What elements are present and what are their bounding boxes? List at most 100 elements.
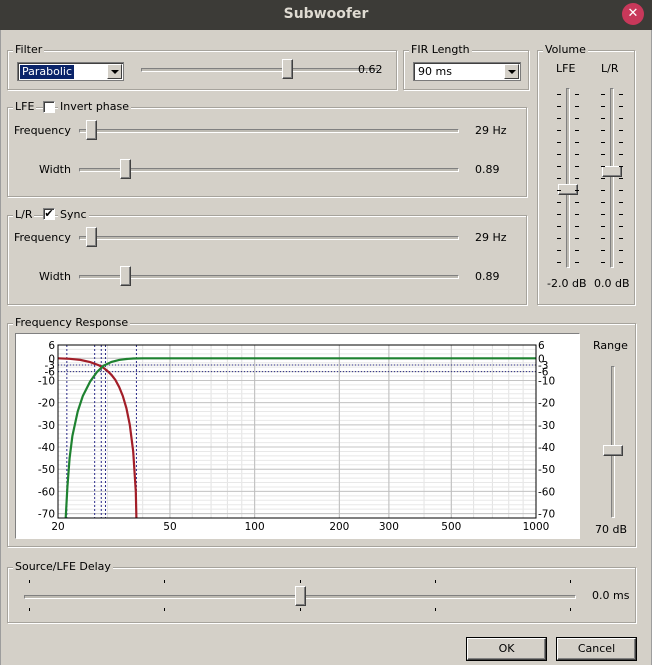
close-button[interactable]: ✕ — [622, 3, 644, 25]
chevron-down-icon[interactable] — [504, 64, 519, 79]
lfe-frequency-thumb[interactable] — [86, 120, 98, 140]
slider-tick — [575, 178, 579, 179]
y-tick-label-left: -70 — [38, 509, 55, 521]
slider-tick — [619, 214, 623, 215]
volume-lr-track[interactable] — [610, 88, 614, 268]
x-tick-label: 1000 — [523, 521, 550, 533]
lfe-frequency-label: Frequency — [14, 124, 71, 137]
slider-tick — [601, 166, 605, 167]
lfe-group-label: LFE — [13, 100, 37, 113]
slider-tick — [557, 130, 561, 131]
slider-tick — [557, 226, 561, 227]
lr-frequency-thumb[interactable] — [86, 227, 98, 247]
y-tick-label-left: 6 — [48, 340, 55, 352]
volume-group-label: Volume — [543, 43, 588, 56]
x-tick-label: 300 — [379, 521, 399, 533]
check-icon: ✔ — [44, 207, 54, 220]
delay-slider[interactable] — [24, 580, 576, 614]
slider-tick — [601, 214, 605, 215]
y-tick-label-right: -40 — [538, 442, 555, 454]
lfe-frequency-value: 29 Hz — [475, 124, 507, 137]
filter-slider[interactable] — [141, 58, 379, 82]
ok-button[interactable]: OK — [467, 638, 546, 660]
slider-tick — [601, 202, 605, 203]
filter-value: 0.62 — [358, 63, 383, 76]
delay-thumb[interactable] — [294, 586, 306, 606]
lr-frequency-value: 29 Hz — [475, 231, 507, 244]
slider-tick — [619, 238, 623, 239]
slider-tick — [557, 106, 561, 107]
lr-width-track[interactable] — [79, 275, 459, 279]
lfe-width-slider[interactable] — [79, 158, 459, 182]
slider-tick — [557, 214, 561, 215]
range-value: 70 dB — [595, 523, 628, 536]
slider-tick — [570, 580, 571, 583]
x-tick-label: 100 — [245, 521, 265, 533]
filter-slider-thumb[interactable] — [281, 59, 293, 79]
slider-tick — [557, 178, 561, 179]
slider-tick — [557, 238, 561, 239]
lfe-frequency-track[interactable] — [79, 129, 459, 133]
slider-tick — [601, 178, 605, 179]
volume-lr-thumb[interactable] — [602, 165, 622, 177]
y-tick-label-left: -40 — [38, 442, 55, 454]
lfe-width-track[interactable] — [79, 168, 459, 172]
y-tick-label-left: -60 — [38, 486, 55, 498]
slider-tick — [619, 166, 623, 167]
slider-tick — [570, 608, 571, 611]
slider-tick — [601, 238, 605, 239]
lr-width-slider[interactable] — [79, 265, 459, 289]
slider-tick — [557, 262, 561, 263]
range-thumb[interactable] — [603, 444, 623, 456]
slider-tick — [619, 178, 623, 179]
slider-tick — [557, 118, 561, 119]
slider-tick — [575, 94, 579, 95]
frequency-response-label: Frequency Response — [13, 316, 131, 329]
slider-tick — [575, 130, 579, 131]
delay-value: 0.0 ms — [592, 589, 630, 602]
volume-lfe-slider[interactable] — [555, 88, 581, 268]
chevron-down-icon[interactable] — [107, 64, 122, 79]
invert-phase-label: Invert phase — [58, 100, 132, 113]
slider-tick — [619, 142, 623, 143]
fir-length-combo[interactable]: 90 ms — [413, 62, 521, 81]
y-tick-label-left: -50 — [38, 464, 55, 476]
slider-tick — [575, 226, 579, 227]
lr-width-thumb[interactable] — [119, 266, 131, 286]
lr-frequency-slider[interactable] — [79, 226, 459, 250]
y-tick-label-right: -10 — [538, 375, 555, 387]
filter-slider-track[interactable] — [141, 68, 379, 72]
slider-tick — [575, 106, 579, 107]
slider-tick — [601, 154, 605, 155]
y-tick-label-right: -20 — [538, 398, 555, 410]
slider-tick — [601, 190, 605, 191]
range-label: Range — [593, 339, 628, 352]
filter-type-value: Parabolic — [18, 64, 76, 80]
y-tick-label-left: -30 — [38, 420, 55, 432]
slider-tick — [557, 166, 561, 167]
y-tick-label-right: -30 — [538, 420, 555, 432]
volume-lfe-label: LFE — [556, 62, 576, 75]
slider-tick — [434, 580, 436, 583]
invert-phase-checkbox[interactable] — [43, 101, 55, 113]
y-tick-label-left: -10 — [38, 375, 55, 387]
lr-width-value: 0.89 — [475, 270, 500, 283]
slider-tick — [619, 202, 623, 203]
slider-tick — [29, 608, 30, 611]
lr-frequency-track[interactable] — [79, 236, 459, 240]
volume-lr-slider[interactable] — [599, 88, 625, 268]
volume-lfe-track[interactable] — [566, 88, 570, 268]
slider-tick — [164, 580, 166, 583]
lfe-width-thumb[interactable] — [119, 159, 131, 179]
filter-type-combo[interactable]: Parabolic — [17, 62, 124, 81]
lfe-frequency-slider[interactable] — [79, 119, 459, 143]
range-slider[interactable] — [600, 366, 626, 518]
sync-checkbox[interactable]: ✔ — [43, 208, 55, 220]
cancel-button[interactable]: Cancel — [557, 638, 636, 660]
y-tick-label-right: -60 — [538, 486, 555, 498]
range-track[interactable] — [611, 366, 615, 518]
slider-tick — [575, 202, 579, 203]
slider-tick — [575, 250, 579, 251]
slider-tick — [619, 226, 623, 227]
lr-frequency-label: Frequency — [14, 231, 71, 244]
